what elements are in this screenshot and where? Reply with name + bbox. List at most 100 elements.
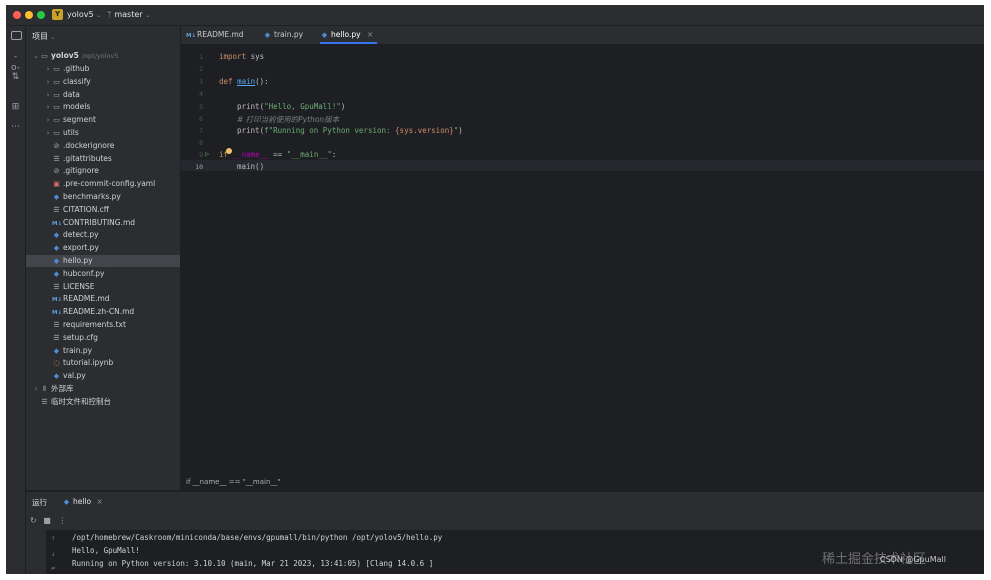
run-panel-title: 运行 <box>32 498 47 507</box>
chevron-right-icon: › <box>46 65 50 73</box>
more-icon[interactable]: ⋯ <box>10 122 21 133</box>
tree-item[interactable]: › ▭ .github <box>26 63 180 75</box>
text-file-icon: ☰ <box>53 321 60 329</box>
line-number: 6 <box>199 115 203 123</box>
code-line-5: print("Hello, GpuMall!") <box>237 102 346 111</box>
tree-item[interactable]: ▣ .pre-commit-config.yaml <box>26 178 180 190</box>
tree-item[interactable]: ⊘ .gitignore <box>26 165 180 177</box>
tree-root[interactable]: ⌄ ▭ yolov5/opt/yolov5 <box>26 50 180 62</box>
tree-item-label: setup.cfg <box>63 332 98 342</box>
tree-item-label: .pre-commit-config.yaml <box>63 179 156 189</box>
close-icon[interactable]: × <box>97 497 103 506</box>
minimize-window-button[interactable] <box>25 11 33 19</box>
text-file-icon: ☰ <box>53 282 60 291</box>
python-icon: ◆ <box>53 372 60 381</box>
tree-item-label: LICENSE <box>63 281 95 291</box>
tree-scratches[interactable]: ☰ 临时文件和控制台 <box>26 396 180 408</box>
tree-item-label: detect.py <box>63 230 99 240</box>
chevron-right-icon: › <box>46 103 50 112</box>
more-icon[interactable]: ⋮ <box>58 516 66 525</box>
pull-request-icon[interactable]: ⇅ <box>10 72 21 83</box>
tree-item[interactable]: ☰ setup.cfg <box>26 332 180 344</box>
close-icon[interactable]: × <box>367 30 373 39</box>
line-number: 1 <box>199 53 203 61</box>
tree-item[interactable]: M↓README.md <box>26 293 180 305</box>
tree-item-label: .gitignore <box>63 166 99 176</box>
tree-item[interactable]: › ▭ classify <box>26 76 180 88</box>
tree-item[interactable]: ◆ val.py <box>26 370 180 382</box>
tree-item[interactable]: ⊘ .dockerignore <box>26 140 180 152</box>
tree-item[interactable]: › ▭ models <box>26 101 180 113</box>
tree-item-label: segment <box>63 115 96 125</box>
tree-item[interactable]: ◆ train.py <box>26 345 180 357</box>
markdown-icon: M↓ <box>52 297 63 304</box>
tree-item[interactable]: ◆ detect.py <box>26 229 180 241</box>
stop-icon[interactable]: ■ <box>43 516 51 525</box>
chevron-down-icon: ⌄ <box>145 12 151 19</box>
project-panel: 项目 ⌄ ⌄ ▭ yolov5/opt/yolov5 › ▭ .github › ▭ clas… <box>26 26 180 490</box>
tree-item[interactable]: ◆ hubconf.py <box>26 268 180 280</box>
tab-train[interactable]: ◆ train.py <box>263 26 303 44</box>
tree-item-label: tutorial.ipynb <box>63 358 114 368</box>
lightbulb-icon[interactable] <box>226 148 232 154</box>
tree-item[interactable]: ☰ LICENSE <box>26 281 180 293</box>
line-number: 5 <box>199 103 203 111</box>
arrow-up-icon[interactable]: ↑ <box>51 534 55 542</box>
tree-item[interactable]: › ▭ data <box>26 89 180 101</box>
python-icon: ◆ <box>63 498 70 506</box>
tree-item-label: README.zh-CN.md <box>63 307 135 317</box>
line-number: 10 <box>195 163 203 171</box>
tree-item[interactable]: ☰ CITATION.cff <box>26 204 180 216</box>
folder-icon: ▭ <box>53 103 60 112</box>
tab-hello[interactable]: ◆ hello.py × <box>320 26 378 44</box>
chevron-down-icon: ⌄ <box>50 34 56 41</box>
folder-icon: ▭ <box>53 77 60 86</box>
tab-label: train.py <box>274 30 304 39</box>
run-tab-hello[interactable]: ◆ hello × <box>62 497 103 506</box>
tree-item[interactable]: ◆ hello.py <box>26 255 180 267</box>
commit-icon[interactable]: -o- <box>10 52 21 73</box>
run-gutter-icon[interactable]: ▷ <box>205 150 209 158</box>
tree-item[interactable]: ◌ tutorial.ipynb <box>26 357 180 369</box>
markdown-icon: M↓ <box>186 33 197 39</box>
tree-item[interactable]: › ▭ utils <box>26 127 180 139</box>
python-icon: ◆ <box>53 257 60 265</box>
breadcrumb[interactable]: if __name__ == "__main__" <box>186 478 281 486</box>
tree-item[interactable]: M↓README.zh-CN.md <box>26 306 180 318</box>
close-window-button[interactable] <box>13 11 21 19</box>
console-line: Running on Python version: 3.10.10 (main… <box>72 559 434 568</box>
tree-item-label: CITATION.cff <box>63 204 109 214</box>
tree-item[interactable]: › ▭ segment <box>26 114 180 126</box>
activity-bar: -o- ⇅ ⊞ ⋯ <box>6 26 26 574</box>
rerun-icon[interactable]: ↻ <box>30 516 37 525</box>
tree-external-libs[interactable]: › ⫴ 外部库 <box>26 383 180 395</box>
tree-item[interactable]: ◆ export.py <box>26 242 180 254</box>
project-panel-header[interactable]: 项目 ⌄ <box>32 31 56 42</box>
tree-item-label: benchmarks.py <box>63 192 121 201</box>
code-editor[interactable]: 1 2 3 4 5 6 7 8 9 10 import sys def main(): print… <box>181 45 984 490</box>
tree-item[interactable]: ☰ .gitattributes <box>26 153 180 165</box>
tab-readme[interactable]: M↓README.md <box>186 26 244 44</box>
tree-item[interactable]: ◆ benchmarks.py <box>26 191 180 203</box>
tree-item[interactable]: ☰ requirements.txt <box>26 319 180 331</box>
tree-item[interactable]: M↓CONTRIBUTING.md <box>26 217 180 229</box>
line-number: 2 <box>199 65 203 73</box>
project-switcher[interactable]: yolov5 ⌄ <box>67 10 101 19</box>
run-toolbar: ↻ ■ ⋮ <box>30 516 66 525</box>
branch-switcher[interactable]: ᛘ master ⌄ <box>107 10 150 19</box>
wrap-icon[interactable]: ⇌ <box>51 564 55 572</box>
watermark-overlay: CSDN @GpuMall <box>880 555 946 564</box>
python-icon: ◆ <box>53 346 60 355</box>
chevron-down-icon: ⌄ <box>33 52 39 60</box>
tree-item-label: README.md <box>63 294 110 304</box>
arrow-down-icon[interactable]: ↓ <box>51 550 55 558</box>
structure-icon[interactable]: ⊞ <box>10 102 21 113</box>
tree-item-label: classify <box>63 76 91 86</box>
maximize-window-button[interactable] <box>37 11 45 19</box>
tab-label: hello.py <box>331 30 361 39</box>
line-number: 9 <box>199 151 203 159</box>
folder-icon: ▭ <box>53 129 60 137</box>
folder-icon[interactable] <box>11 31 22 40</box>
line-number: 7 <box>199 127 203 135</box>
code-line-10: main() <box>237 162 265 171</box>
